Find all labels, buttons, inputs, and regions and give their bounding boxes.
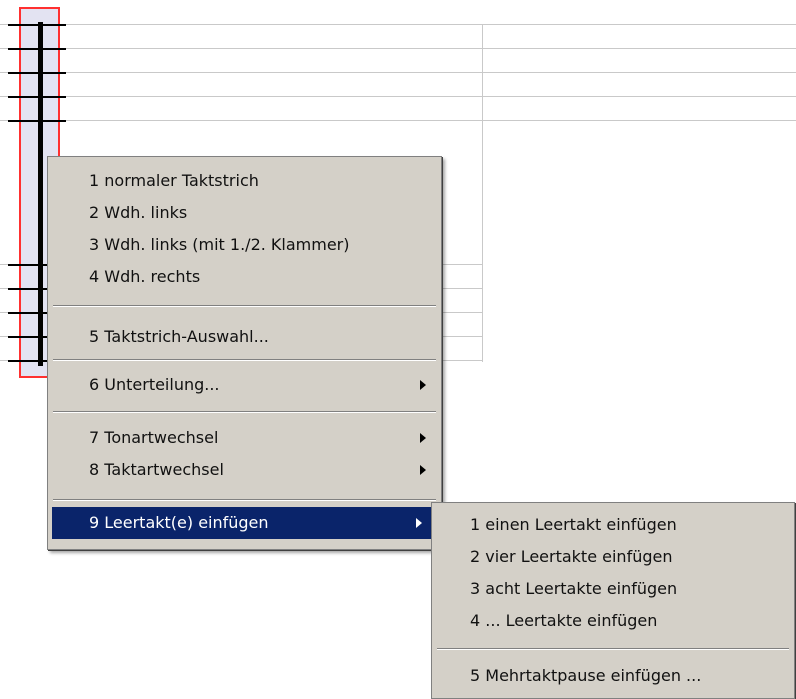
menu-item-barline-selection[interactable]: 5 Taktstrich-Auswahl...	[48, 321, 441, 353]
barline-divider	[482, 24, 483, 362]
submenu-item-multibar-rest[interactable]: 5 Mehrtaktpause einfügen ...	[432, 660, 794, 692]
staff-tick	[8, 120, 66, 122]
menu-item-repeat-left[interactable]: 2 Wdh. links	[48, 197, 441, 229]
menu-separator	[53, 499, 436, 501]
staff-line	[0, 72, 796, 73]
submenu: 1 einen Leertakt einfügen 2 vier Leertak…	[431, 502, 795, 699]
menu-item-label: 1 normaler Taktstrich	[89, 171, 259, 190]
staff-tick	[8, 24, 66, 26]
staff-line	[0, 120, 796, 121]
menu-item-label: 2 vier Leertakte einfügen	[470, 547, 673, 566]
submenu-arrow-icon	[420, 380, 426, 390]
menu-item-label: 3 acht Leertakte einfügen	[470, 579, 678, 598]
menu-item-subdivision[interactable]: 6 Unterteilung...	[48, 369, 441, 401]
submenu-item-one-empty-bar[interactable]: 1 einen Leertakt einfügen	[432, 509, 794, 541]
menu-item-key-change[interactable]: 7 Tonartwechsel	[48, 422, 441, 454]
menu-item-label: 1 einen Leertakt einfügen	[470, 515, 677, 534]
staff-line	[0, 24, 796, 25]
context-menu: 1 normaler Taktstrich 2 Wdh. links 3 Wdh…	[47, 156, 442, 550]
submenu-arrow-icon	[416, 518, 422, 528]
menu-item-label: 7 Tonartwechsel	[89, 428, 219, 447]
menu-item-insert-empty-bars[interactable]: 9 Leertakt(e) einfügen	[52, 507, 437, 539]
menu-item-label: 2 Wdh. links	[89, 203, 188, 222]
menu-item-time-signature-change[interactable]: 8 Taktartwechsel	[48, 454, 441, 486]
staff-line	[0, 48, 796, 49]
submenu-arrow-icon	[420, 433, 426, 443]
menu-separator	[437, 648, 789, 650]
menu-separator	[53, 359, 436, 361]
submenu-item-n-empty-bars[interactable]: 4 ... Leertakte einfügen	[432, 605, 794, 637]
staff-tick	[8, 96, 66, 98]
menu-separator	[53, 411, 436, 413]
menu-item-repeat-right[interactable]: 4 Wdh. rechts	[48, 261, 441, 293]
staff-tick	[8, 72, 66, 74]
submenu-item-four-empty-bars[interactable]: 2 vier Leertakte einfügen	[432, 541, 794, 573]
submenu-arrow-icon	[420, 465, 426, 475]
menu-item-label: 4 Wdh. rechts	[89, 267, 201, 286]
menu-item-repeat-left-brackets[interactable]: 3 Wdh. links (mit 1./2. Klammer)	[48, 229, 441, 261]
menu-item-normal-barline[interactable]: 1 normaler Taktstrich	[48, 165, 441, 197]
menu-item-label: 9 Leertakt(e) einfügen	[89, 513, 269, 532]
menu-item-label: 5 Mehrtaktpause einfügen ...	[470, 666, 702, 685]
menu-item-label: 3 Wdh. links (mit 1./2. Klammer)	[89, 235, 350, 254]
menu-item-label: 8 Taktartwechsel	[89, 460, 224, 479]
staff-tick	[8, 48, 66, 50]
staff-line	[0, 96, 796, 97]
submenu-item-eight-empty-bars[interactable]: 3 acht Leertakte einfügen	[432, 573, 794, 605]
menu-item-label: 4 ... Leertakte einfügen	[470, 611, 658, 630]
menu-separator	[53, 305, 436, 307]
menu-item-label: 5 Taktstrich-Auswahl...	[89, 327, 269, 346]
menu-item-label: 6 Unterteilung...	[89, 375, 220, 394]
